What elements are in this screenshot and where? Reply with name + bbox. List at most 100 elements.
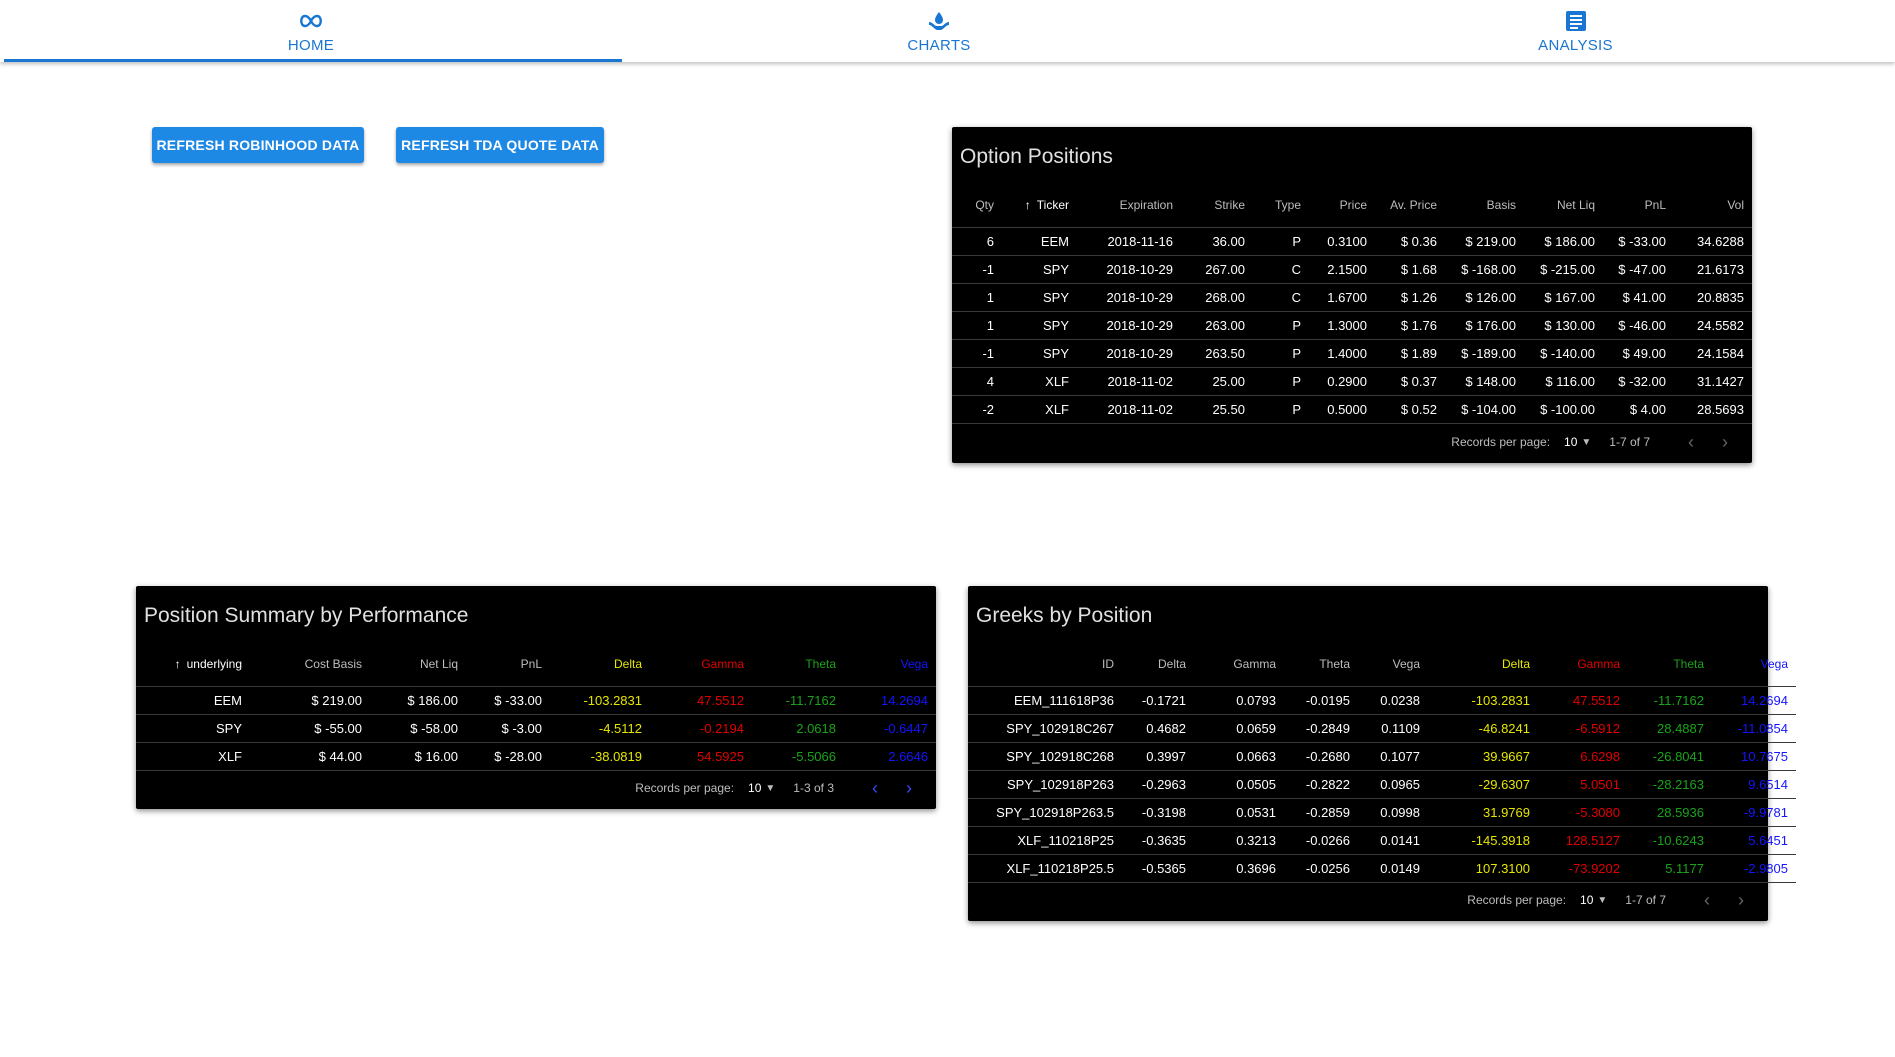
- column-header[interactable]: Price: [1309, 183, 1375, 228]
- table-cell: $ 1.26: [1375, 283, 1445, 312]
- table-row[interactable]: SPY $ -55.00 $ -58.00 $ -3.00 -4.5112 -0.2194…: [136, 714, 936, 743]
- column-header[interactable]: Theta: [752, 642, 844, 687]
- column-header[interactable]: Expiration: [1077, 183, 1181, 228]
- column-header[interactable]: Theta: [1628, 642, 1712, 687]
- column-header[interactable]: Qty: [952, 183, 1002, 228]
- prev-page-icon[interactable]: ‹: [858, 778, 892, 799]
- position-summary-table: ↑ underlying Cost Basis Net Liq PnL Delta Gamm…: [136, 642, 936, 771]
- table-cell: 6.6298: [1538, 742, 1628, 771]
- next-page-icon[interactable]: ›: [1724, 890, 1758, 911]
- table-row[interactable]: -1 SPY 2018-10-29 263.50 P 1.4000 $ 1.89 $ -189…: [952, 339, 1752, 368]
- table-row[interactable]: 4 XLF 2018-11-02 25.00 P 0.2900 $ 0.37 $ 148.00…: [952, 367, 1752, 396]
- table-row[interactable]: -2 XLF 2018-11-02 25.50 P 0.5000 $ 0.52 $ -104.…: [952, 395, 1752, 424]
- table-cell: 0.0998: [1358, 798, 1428, 827]
- next-page-icon[interactable]: ›: [892, 778, 926, 799]
- dropdown-caret-icon[interactable]: ▼: [1581, 437, 1591, 448]
- records-per-page-select[interactable]: 10: [748, 781, 761, 795]
- refresh-tda-button[interactable]: REFRESH TDA QUOTE DATA: [396, 127, 604, 163]
- column-header[interactable]: Theta: [1284, 642, 1358, 687]
- column-header[interactable]: Delta: [1122, 642, 1194, 687]
- table-row[interactable]: -1 SPY 2018-10-29 267.00 C 2.1500 $ 1.68 $ -168…: [952, 255, 1752, 284]
- table-cell: $ 1.89: [1375, 339, 1445, 368]
- table-cell: 1.6700: [1309, 283, 1375, 312]
- table-cell: 47.5512: [650, 686, 752, 715]
- tab-analysis[interactable]: ANALYSIS: [1256, 0, 1895, 62]
- table-cell: XLF: [1002, 395, 1077, 424]
- column-header[interactable]: Vol: [1674, 183, 1752, 228]
- position-summary-card: Position Summary by Performance ↑ underly…: [136, 586, 936, 809]
- sort-arrow-up-icon[interactable]: ↑: [1025, 198, 1031, 212]
- column-header[interactable]: Basis: [1445, 183, 1524, 228]
- column-header[interactable]: ID: [968, 642, 1122, 687]
- table-header-row: ↑ underlying Cost Basis Net Liq PnL Delta Gamm…: [136, 642, 936, 687]
- table-cell: 0.3213: [1194, 826, 1284, 855]
- records-per-page-select[interactable]: 10: [1564, 435, 1577, 449]
- column-header-label: Cost Basis: [304, 657, 362, 671]
- table-cell: $ -58.00: [370, 714, 466, 743]
- column-header[interactable]: Type: [1253, 183, 1309, 228]
- table-cell: 0.3100: [1309, 227, 1375, 256]
- sort-arrow-up-icon[interactable]: ↑: [175, 657, 181, 671]
- column-header[interactable]: PnL: [466, 642, 550, 687]
- table-row[interactable]: 1 SPY 2018-10-29 263.00 P 1.3000 $ 1.76 $ 176.0…: [952, 311, 1752, 340]
- table-cell: 10.7675: [1712, 742, 1796, 771]
- column-header[interactable]: Vega: [1358, 642, 1428, 687]
- column-header[interactable]: Delta: [550, 642, 650, 687]
- table-row[interactable]: SPY_102918C268 0.3997 0.0663 -0.2680 0.1077 3…: [968, 742, 1796, 771]
- table-row[interactable]: XLF_110218P25 -0.3635 0.3213 -0.0266 0.0141-…: [968, 826, 1796, 855]
- tab-home[interactable]: HOME: [0, 0, 622, 62]
- table-header-row: ID Delta Gamma Theta Vega Delta Gamma Theta Vega: [968, 642, 1796, 687]
- column-header[interactable]: Delta: [1428, 642, 1538, 687]
- column-header[interactable]: Gamma: [650, 642, 752, 687]
- table-row[interactable]: SPY_102918P263 -0.2963 0.0505 -0.2822 0.0965…: [968, 770, 1796, 799]
- table-cell: SPY_102918P263.5: [968, 798, 1122, 827]
- column-header-label: Vega: [1760, 657, 1788, 671]
- column-header-label: Vega: [1392, 657, 1420, 671]
- refresh-robinhood-button[interactable]: REFRESH ROBINHOOD DATA: [152, 127, 364, 163]
- column-header[interactable]: Vega: [1712, 642, 1796, 687]
- greeks-by-position-pagination: Records per page: 10 ▼ 1-7 of 7 ‹ ›: [968, 879, 1768, 921]
- column-header[interactable]: Vega: [844, 642, 936, 687]
- table-cell: EEM_111618P36: [968, 686, 1122, 715]
- table-cell: $ 41.00: [1603, 283, 1674, 312]
- dropdown-caret-icon[interactable]: ▼: [765, 783, 775, 794]
- column-header[interactable]: Cost Basis: [250, 642, 370, 687]
- table-row[interactable]: EEM $ 219.00 $ 186.00 $ -33.00 -103.2831 47.5…: [136, 686, 936, 715]
- table-cell: 2.1500: [1309, 255, 1375, 284]
- tab-charts[interactable]: CHARTS: [622, 0, 1256, 62]
- prev-page-icon[interactable]: ‹: [1674, 432, 1708, 453]
- column-header[interactable]: Strike: [1181, 183, 1253, 228]
- column-header[interactable]: Gamma: [1194, 642, 1284, 687]
- table-cell: 2018-11-16: [1077, 227, 1181, 256]
- table-row[interactable]: SPY_102918C267 0.4682 0.0659 -0.2849 0.1109-…: [968, 714, 1796, 743]
- dropdown-caret-icon[interactable]: ▼: [1597, 895, 1607, 906]
- column-header[interactable]: Net Liq: [1524, 183, 1603, 228]
- table-cell: $ -140.00: [1524, 339, 1603, 368]
- column-header-label: Expiration: [1119, 198, 1173, 212]
- records-per-page-label: Records per page:: [635, 781, 735, 795]
- records-per-page-select[interactable]: 10: [1580, 893, 1593, 907]
- table-cell: $ 4.00: [1603, 395, 1674, 424]
- column-header[interactable]: ↑ Ticker: [1002, 183, 1077, 228]
- table-row[interactable]: EEM_111618P36 -0.1721 0.0793 -0.0195 0.0238-…: [968, 686, 1796, 715]
- prev-page-icon[interactable]: ‹: [1690, 890, 1724, 911]
- table-cell: $ 219.00: [250, 686, 370, 715]
- column-header-label: underlying: [186, 657, 242, 671]
- column-header[interactable]: Av. Price: [1375, 183, 1445, 228]
- table-row[interactable]: 6 EEM 2018-11-16 36.00 P 0.3100 $ 0.36 $ 219.00…: [952, 227, 1752, 256]
- table-cell: $ -215.00: [1524, 255, 1603, 284]
- column-header[interactable]: PnL: [1603, 183, 1674, 228]
- column-header[interactable]: Gamma: [1538, 642, 1628, 687]
- table-cell: SPY: [1002, 255, 1077, 284]
- table-cell: P: [1253, 227, 1309, 256]
- table-cell: $ -33.00: [1603, 227, 1674, 256]
- table-row[interactable]: SPY_102918P263.5 -0.3198 0.0531 -0.2859 0.09…: [968, 798, 1796, 827]
- table-row[interactable]: 1 SPY 2018-10-29 268.00 C 1.6700 $ 1.26 $ 126.0…: [952, 283, 1752, 312]
- table-cell: -0.2849: [1284, 714, 1358, 743]
- table-cell: -5.3080: [1538, 798, 1628, 827]
- next-page-icon[interactable]: ›: [1708, 432, 1742, 453]
- column-header[interactable]: ↑ underlying: [136, 642, 250, 687]
- column-header[interactable]: Net Liq: [370, 642, 466, 687]
- column-header-label: Delta: [1501, 657, 1530, 671]
- table-cell: 0.0663: [1194, 742, 1284, 771]
